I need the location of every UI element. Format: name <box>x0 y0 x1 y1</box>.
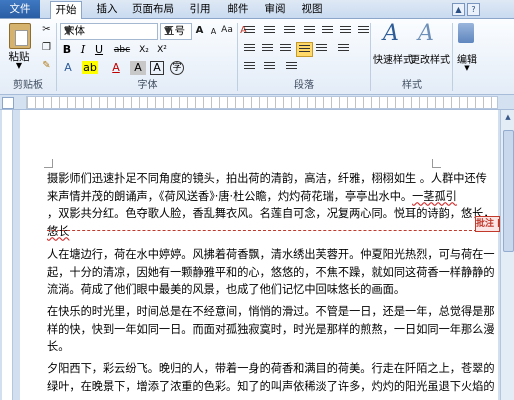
char-border-button[interactable]: A <box>150 61 164 75</box>
subscript-button[interactable]: X₂ <box>136 43 152 57</box>
grow-font-button[interactable]: A <box>193 24 206 37</box>
shading-icon[interactable] <box>242 60 257 73</box>
paragraph-3: 在快乐的时光里，时间总是在不经意间，悄悄的滑过。不管是一日，还是一年，总觉得是那… <box>47 303 495 356</box>
align-left-icon[interactable] <box>242 42 257 55</box>
italic-button[interactable]: I <box>76 43 90 57</box>
align-center-icon[interactable] <box>260 42 275 55</box>
bold-button[interactable]: B <box>60 43 74 57</box>
font-size-select[interactable]: 五号 ▼ <box>160 23 192 40</box>
quick-styles-icon: A <box>383 21 399 46</box>
vertical-ruler[interactable] <box>2 110 13 400</box>
styles-group-label: 样式 <box>402 80 422 91</box>
multilevel-list-icon[interactable] <box>282 24 297 37</box>
paste-button[interactable]: 粘贴 ▼ <box>2 21 36 73</box>
tab-references[interactable]: 引用 <box>187 1 213 17</box>
paragraph-group-label: 段落 <box>294 80 314 91</box>
font-name-select[interactable]: 宋体 ▼ <box>60 23 158 40</box>
justify-icon[interactable] <box>296 42 313 57</box>
text-line: 在快乐的时光里，时间总是在不经意间，悄悄的滑过。不管是一日，还是一年，总觉得是那 <box>47 305 495 318</box>
tab-page-layout[interactable]: 页面布局 <box>131 1 175 17</box>
quick-styles-button[interactable]: A 快速样式 <box>373 21 413 75</box>
group-divider <box>452 23 453 91</box>
text-line: 人在塘边行，荷在水中婷婷。风拂着荷香飘，清水绣出芙蓉开。仲夏阳光热烈，可与荷在一 <box>47 248 495 261</box>
text-effects-button[interactable]: A <box>60 61 76 75</box>
tab-selector[interactable] <box>2 97 14 109</box>
text-line: 来声情并茂的朗诵声，《荷风送香》·唐·杜公瞻，灼灼荷花瑞，亭亭出水中。一茎孤引 <box>47 189 457 203</box>
text-line: 夕阳西下，彩云纷飞。晚归的人，带着一身的荷香和满目的荷美。行走在阡陌之上，苍翠的 <box>47 362 495 375</box>
find-icon <box>458 23 474 43</box>
chevron-down-icon: ▼ <box>464 64 470 72</box>
text-line: ，双影共分红。色夺歌人脸，香乱舞衣风。名莲自可念，况复两心同。悦耳的诗韵，悠长， <box>47 207 495 220</box>
help-icon[interactable]: ? <box>467 3 480 16</box>
editing-button[interactable]: 编辑 ▼ <box>456 21 478 75</box>
format-painter-icon[interactable]: ✎ <box>40 59 53 72</box>
group-divider <box>56 23 57 91</box>
tab-mailings[interactable]: 邮件 <box>225 1 251 17</box>
tab-insert[interactable]: 插入 <box>94 1 120 17</box>
group-divider <box>237 23 238 91</box>
tab-home[interactable]: 开始 <box>50 1 82 19</box>
decrease-indent-icon[interactable] <box>302 24 317 37</box>
change-styles-icon: A <box>418 21 434 46</box>
tab-review[interactable]: 审阅 <box>262 1 288 17</box>
chevron-down-icon: ▼ <box>15 61 23 70</box>
strikethrough-button[interactable]: abc <box>112 43 132 57</box>
ribbon-tab-bar: 文件 开始 插入 页面布局 引用 邮件 审阅 视图 ▲? <box>0 0 514 19</box>
sort-icon[interactable] <box>338 24 353 37</box>
text-line: 样的快，快到一年如同一日。而面对孤独寂寞时，时光是那样的煎熬，一日如同一年那么漫 <box>47 322 495 336</box>
align-right-icon[interactable] <box>278 42 293 55</box>
ribbon-home: 粘贴 ▼ ✂ ❐ ✎ 剪贴板 宋体 ▼ 五号 ▼ A A Aa A B I U … <box>0 19 514 95</box>
ribbon-controls: ▲? <box>450 2 510 16</box>
enclose-char-button[interactable]: 字 <box>170 61 184 75</box>
borders-icon[interactable] <box>262 60 277 73</box>
document-area: 摄影师们迅速扑足不同角度的镜头，拍出荷的清韵，高洁，纤雅，栩栩如生 。人群中还传… <box>0 110 500 400</box>
increase-indent-icon[interactable] <box>320 24 335 37</box>
show-marks-icon[interactable] <box>356 24 371 37</box>
change-case-button[interactable]: Aa <box>219 24 235 37</box>
scroll-up-icon[interactable]: ▲ <box>503 113 513 123</box>
cut-icon[interactable]: ✂ <box>40 23 53 36</box>
text-line: 流淌。荷成了他们眼中最美的风景，也成了他们记忆中回味悠长的画面。 <box>47 283 406 296</box>
font-color-button[interactable]: A <box>108 61 124 75</box>
distributed-icon[interactable] <box>314 42 329 55</box>
underline-button[interactable]: U <box>92 43 106 57</box>
comment-balloon[interactable]: 批注 [微软 <box>475 216 500 232</box>
clipboard-icon <box>9 23 31 49</box>
scrollbar-thumb[interactable] <box>503 130 514 252</box>
chinese-layout-icon[interactable] <box>284 60 299 73</box>
paragraph-4: 夕阳西下，彩云纷飞。晚归的人，带着一身的荷香和满目的荷美。行走在阡陌之上，苍翠的… <box>47 360 495 395</box>
paragraph-2: 人在塘边行，荷在水中婷婷。风拂着荷香飘，清水绣出芙蓉开。仲夏阳光热烈，可与荷在一… <box>47 246 495 299</box>
tab-file[interactable]: 文件 <box>0 0 40 18</box>
crop-mark <box>44 159 53 168</box>
text-line: 长。 <box>47 340 70 353</box>
numbering-icon[interactable] <box>262 24 277 37</box>
chevron-down-icon: ▼ <box>64 25 73 37</box>
copy-icon[interactable]: ❐ <box>40 41 53 54</box>
change-styles-label: 更改样式 <box>410 55 450 66</box>
line-spacing-icon[interactable] <box>336 42 351 55</box>
text-line: 悠长 <box>47 224 70 238</box>
char-shading-button[interactable]: A <box>130 61 146 75</box>
crop-mark <box>432 159 441 168</box>
horizontal-ruler[interactable] <box>26 96 498 109</box>
superscript-button[interactable]: X² <box>154 43 170 57</box>
vertical-scrollbar[interactable]: ▲ <box>500 110 514 400</box>
text-line: 绿叶，在晚景下，增添了浓重的色彩。知了的叫声依稀淡了许多，灼灼的阳光虽退下火焰的 <box>47 379 495 393</box>
font-group-label: 字体 <box>137 80 158 91</box>
ruler-bar <box>0 95 514 110</box>
change-styles-button[interactable]: A 更改样式 <box>410 21 450 75</box>
text-line: 起，十分的清凉，因她有一颗静雅平和的心，悠悠的，不焦不躁，就如同这荷香一样静静的 <box>47 265 495 279</box>
tab-view[interactable]: 视图 <box>299 1 325 17</box>
chevron-down-icon: ▼ <box>164 25 173 37</box>
comment-connector <box>47 230 477 231</box>
minimize-ribbon-icon[interactable]: ▲ <box>452 3 465 16</box>
bullets-icon[interactable] <box>242 24 257 37</box>
clipboard-group-label: 剪贴板 <box>13 80 43 91</box>
quick-styles-label: 快速样式 <box>373 55 413 66</box>
highlight-color-button[interactable]: ab <box>82 61 98 75</box>
document-page[interactable]: 摄影师们迅速扑足不同角度的镜头，拍出荷的清韵，高洁，纤雅，栩栩如生 。人群中还传… <box>20 110 500 400</box>
text-line: 摄影师们迅速扑足不同角度的镜头，拍出荷的清韵，高洁，纤雅，栩栩如生 。人群中还传 <box>47 172 487 185</box>
